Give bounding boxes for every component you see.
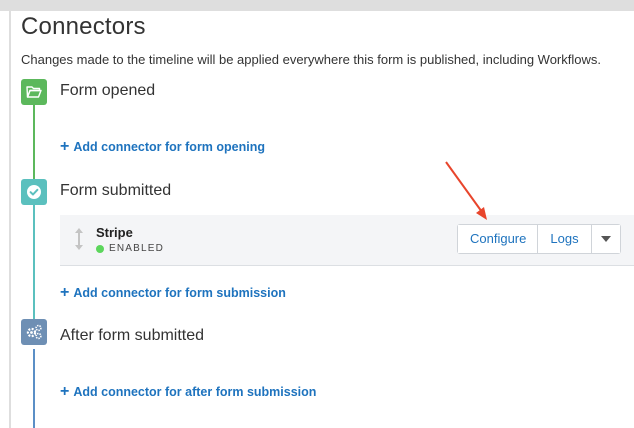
timeline-segment-opened xyxy=(33,105,35,183)
caret-down-icon xyxy=(601,236,611,242)
plus-icon: + xyxy=(60,138,70,155)
plus-icon: + xyxy=(60,284,70,301)
annotation-arrow xyxy=(445,161,487,220)
step-label-form-opened: Form opened xyxy=(60,82,156,99)
page-title: Connectors xyxy=(21,13,146,40)
window-top-border xyxy=(0,0,634,11)
plus-icon: + xyxy=(60,383,70,400)
connector-row-stripe: Stripe ENABLED Configure Logs xyxy=(60,215,634,266)
connector-status-text: ENABLED xyxy=(109,243,165,254)
page-description: Changes made to the timeline will be app… xyxy=(21,52,601,67)
add-connector-after-submission-label: Add connector for after form submission xyxy=(73,385,317,399)
gears-icon xyxy=(21,319,47,345)
step-label-after-form-submitted: After form submitted xyxy=(60,327,205,344)
add-connector-form-opening-label: Add connector for form opening xyxy=(73,140,266,154)
timeline-segment-after-submitted xyxy=(33,349,35,428)
add-connector-form-submission-link[interactable]: + Add connector for form submission xyxy=(60,285,286,301)
drag-handle-icon[interactable] xyxy=(74,227,84,256)
status-dot-icon xyxy=(96,244,104,253)
folder-open-icon xyxy=(21,79,47,105)
add-connector-after-submission-link[interactable]: + Add connector for after form submissio… xyxy=(60,384,316,400)
logs-button[interactable]: Logs xyxy=(538,225,592,253)
window-left-border xyxy=(9,11,11,428)
connector-name: Stripe xyxy=(96,225,133,240)
timeline-segment-submitted xyxy=(33,205,35,323)
actions-dropdown-button[interactable] xyxy=(592,225,620,253)
connector-status: ENABLED xyxy=(96,243,164,254)
check-circle-icon xyxy=(21,179,47,205)
step-label-form-submitted: Form submitted xyxy=(60,182,172,199)
add-connector-form-opening-link[interactable]: + Add connector for form opening xyxy=(60,139,265,155)
add-connector-form-submission-label: Add connector for form submission xyxy=(73,286,286,300)
